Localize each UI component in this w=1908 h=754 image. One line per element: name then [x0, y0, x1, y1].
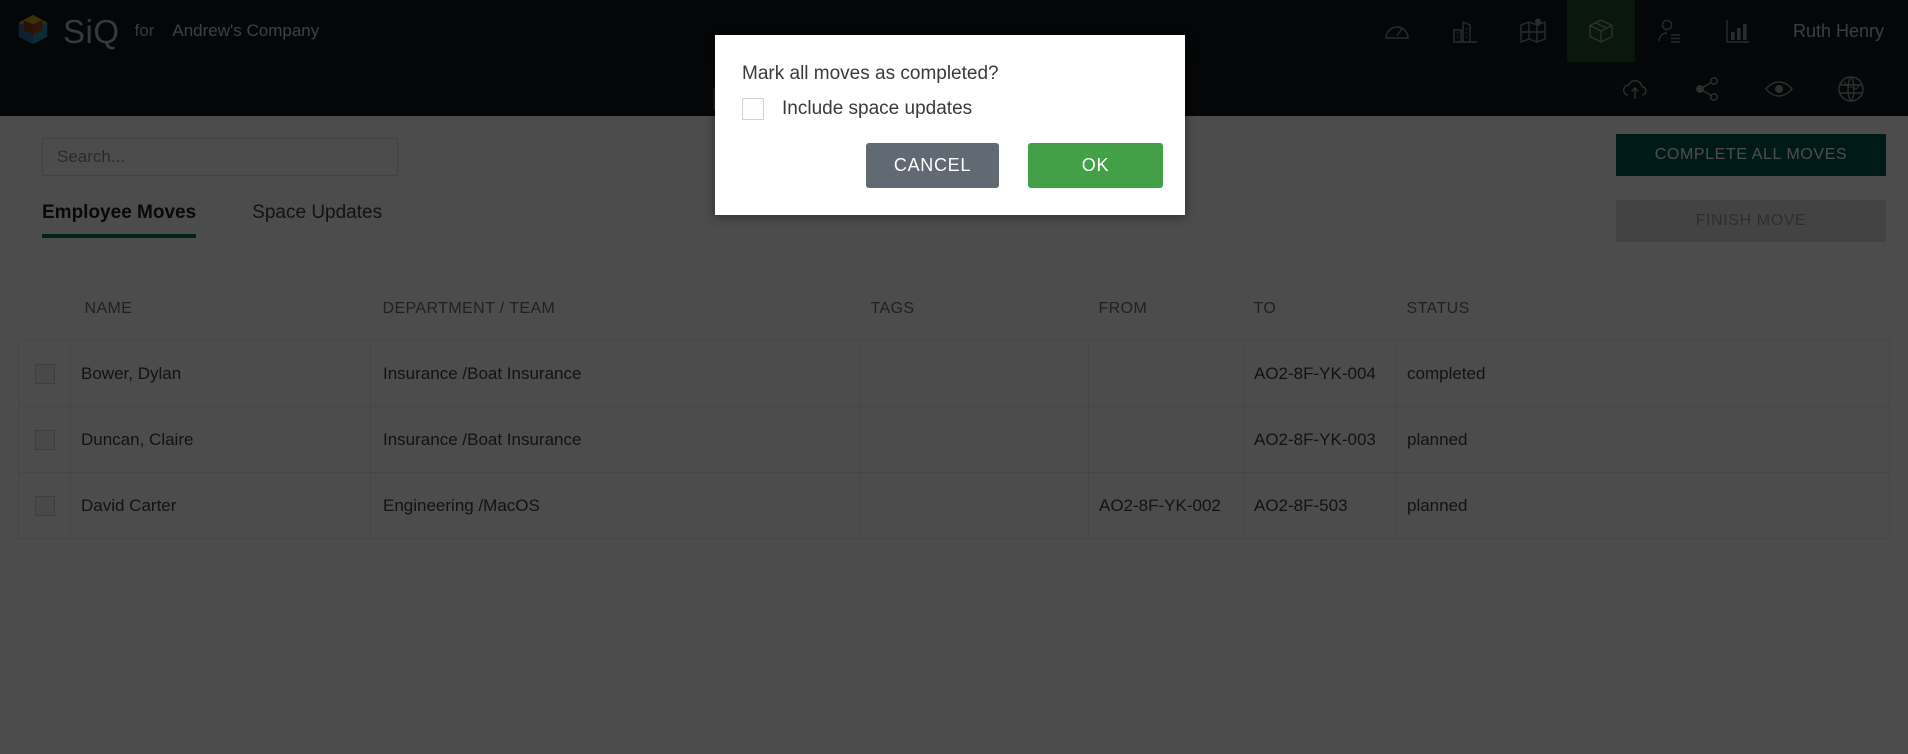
modal-button-row: CANCEL OK	[715, 120, 1185, 188]
cancel-button[interactable]: CANCEL	[866, 143, 999, 188]
modal-checkbox-row: Include space updates	[715, 85, 1185, 120]
include-space-updates-checkbox[interactable]	[742, 98, 764, 120]
modal-title: Mark all moves as completed?	[742, 63, 999, 84]
confirm-modal: Mark all moves as completed? Include spa…	[715, 35, 1185, 215]
app-root: SiQ for Andrew's Company	[0, 0, 1908, 754]
ok-button[interactable]: OK	[1028, 143, 1163, 188]
include-space-updates-label: Include space updates	[782, 98, 973, 119]
